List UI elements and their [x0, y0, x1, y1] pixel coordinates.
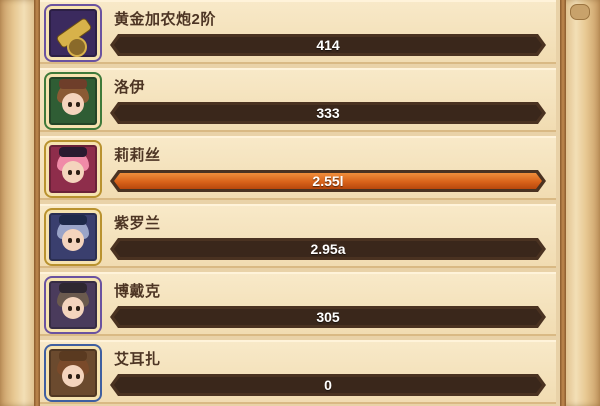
golden-cannon-icon: [46, 6, 100, 60]
right-rail: [560, 0, 566, 406]
right-frame: [560, 0, 600, 406]
damage-value: 2.95a: [310, 241, 346, 257]
face: [62, 93, 84, 115]
unit-name: 博戴克: [114, 283, 161, 300]
unit-name: 洛伊: [114, 79, 146, 96]
damage-value: 333: [316, 105, 340, 121]
eye: [68, 102, 72, 107]
list-item[interactable]: 艾耳扎 0: [40, 340, 556, 404]
eye: [68, 306, 72, 311]
damage-bar: 2.95a: [110, 238, 546, 260]
damage-bar: 305: [110, 306, 546, 328]
list-item[interactable]: 博戴克 305: [40, 272, 556, 336]
eye: [76, 374, 80, 379]
unit-name: 紫罗兰: [114, 215, 161, 232]
loy-portrait: [46, 74, 100, 128]
bodeck-portrait: [46, 278, 100, 332]
damage-value: 0: [324, 377, 332, 393]
face: [62, 229, 84, 251]
list-item[interactable]: 黄金加农炮2阶 414: [40, 0, 556, 64]
eye: [76, 170, 80, 175]
damage-bar: 0: [110, 374, 546, 396]
hat: [59, 147, 87, 157]
elza-portrait: [46, 346, 100, 400]
list-item[interactable]: 莉莉丝 2.55l: [40, 136, 556, 200]
list-item[interactable]: 洛伊 333: [40, 68, 556, 132]
eye: [68, 374, 72, 379]
eye: [68, 170, 72, 175]
damage-list[interactable]: 黄金加农炮2阶 414 洛伊 333 莉莉丝 2.55l 紫罗兰 2.95a 博…: [40, 0, 560, 406]
face: [62, 297, 84, 319]
face: [62, 365, 84, 387]
scroll-knob[interactable]: [570, 4, 590, 20]
unit-name: 艾耳扎: [114, 351, 161, 368]
damage-value: 2.55l: [312, 173, 344, 189]
unit-name: 莉莉丝: [114, 147, 161, 164]
damage-bar: 2.55l: [110, 170, 546, 192]
eye: [76, 102, 80, 107]
hat: [59, 283, 87, 293]
lilith-portrait: [46, 142, 100, 196]
unit-name: 黄金加农炮2阶: [114, 11, 216, 28]
damage-bar: 414: [110, 34, 546, 56]
damage-bar: 333: [110, 102, 546, 124]
hat: [59, 215, 87, 225]
eye: [76, 306, 80, 311]
damage-value: 305: [316, 309, 340, 325]
cannon-wheel-icon: [67, 37, 87, 57]
list-item[interactable]: 紫罗兰 2.95a: [40, 204, 556, 268]
hat: [59, 351, 87, 361]
face: [62, 161, 84, 183]
hat: [59, 79, 87, 89]
damage-value: 414: [316, 37, 340, 53]
eye: [76, 238, 80, 243]
eye: [68, 238, 72, 243]
violet-portrait: [46, 210, 100, 264]
